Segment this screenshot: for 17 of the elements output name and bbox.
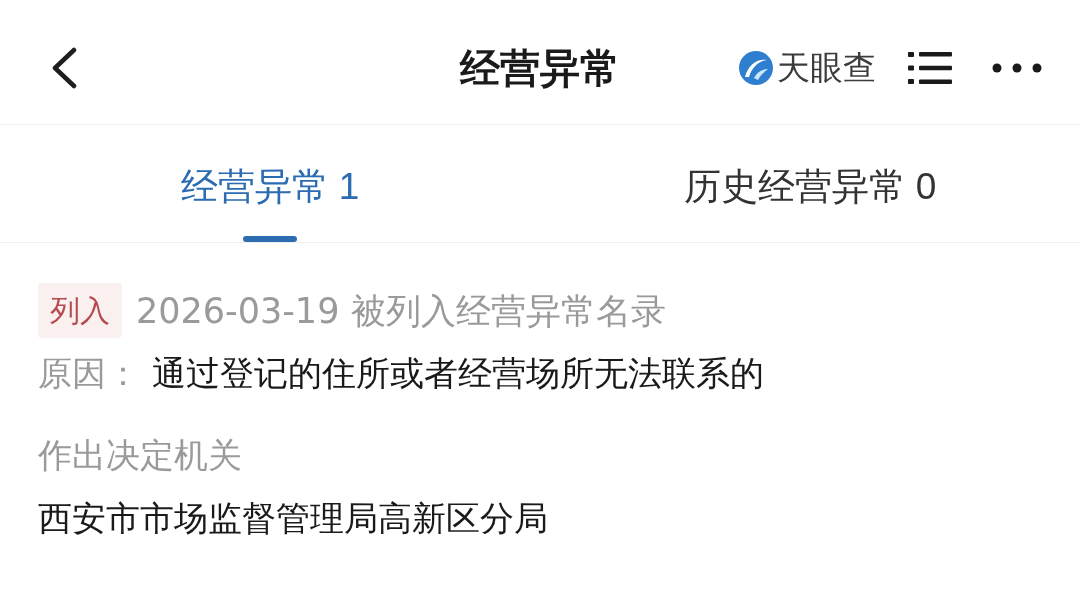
reason-text: 通过登记的住所或者经营场所无法联系的 [152,353,764,394]
tab[interactable]: 经营异常 1 [180,165,360,209]
authority-text: 西安市市场监督管理局高新区分局 [38,498,549,539]
back-icon [50,47,78,89]
brand-logo-icon [739,51,773,85]
page-title: 经营异常 [460,45,620,92]
reason-label: 原因： [38,353,141,394]
brand-name: 天眼查 [777,48,876,88]
listing-date-text: 2026-03-19 被列入经营异常名录 [136,289,666,333]
list-button[interactable] [908,51,952,85]
authority-label: 作出决定机关 [38,435,243,476]
status-tag: 列入 [38,283,122,338]
tab-indicator [243,236,297,242]
list-icon [908,51,952,85]
more-button[interactable] [992,63,1042,73]
tab[interactable]: 历史经营异常 0 [683,165,937,209]
more-icon [992,63,1042,73]
